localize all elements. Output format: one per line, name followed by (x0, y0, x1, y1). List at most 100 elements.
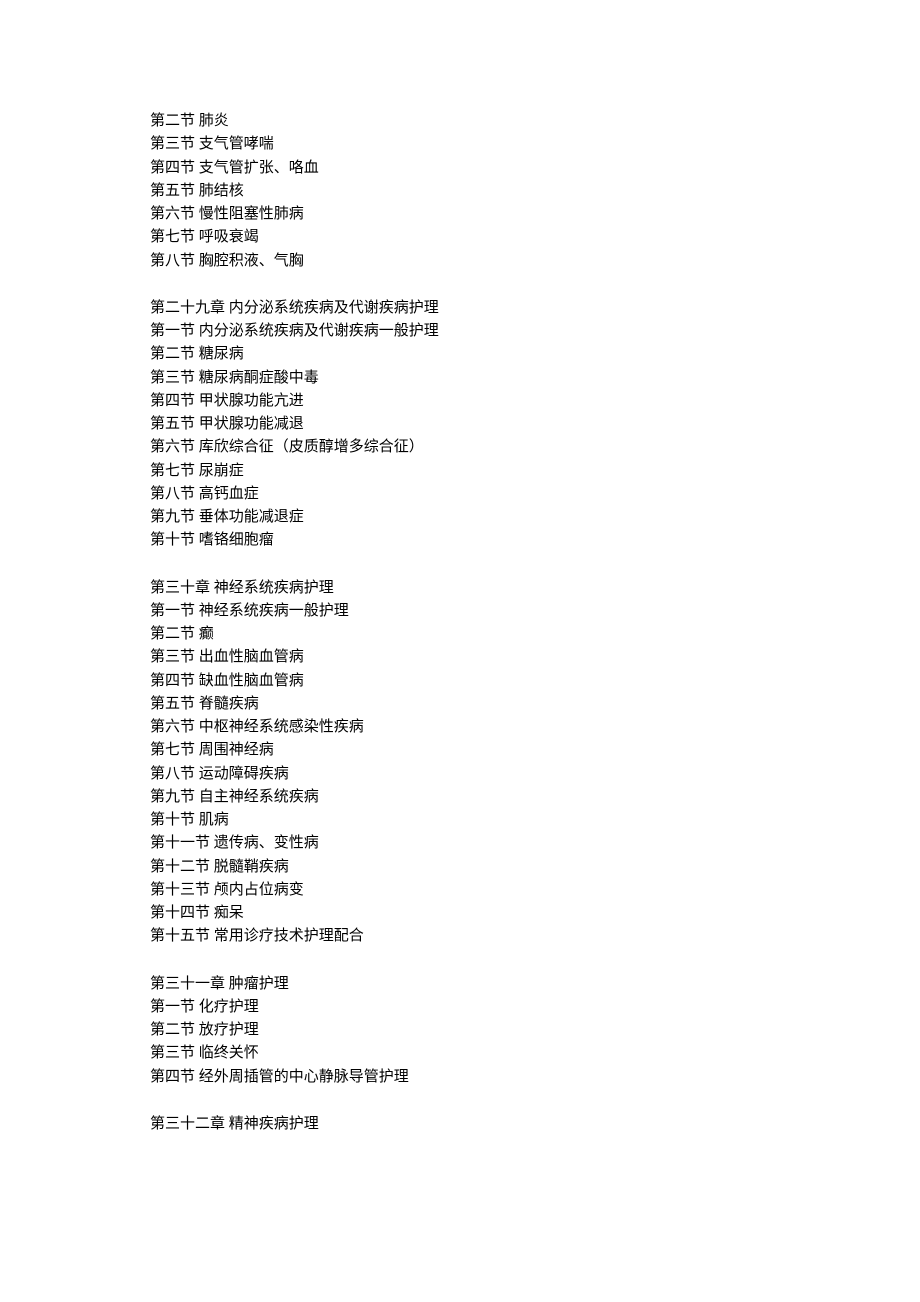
section-label: 第十节 (150, 532, 195, 548)
toc-entry: 第五节 脊髓疾病 (150, 693, 770, 716)
section-title: 周围神经病 (199, 742, 274, 758)
section-title: 垂体功能减退症 (199, 509, 304, 525)
chapter-heading: 第三十一章 肿瘤护理 (150, 973, 770, 996)
toc-entry: 第十四节 痴呆 (150, 902, 770, 925)
toc-entry: 第七节 周围神经病 (150, 739, 770, 762)
section-label: 第七节 (150, 463, 195, 479)
toc-entry: 第三节 临终关怀 (150, 1042, 770, 1065)
toc-entry: 第二节 肺炎 (150, 110, 770, 133)
chapter-label: 第三十章 (150, 580, 210, 596)
section-label: 第十四节 (150, 905, 210, 921)
section-title: 痴呆 (214, 905, 244, 921)
section-title: 癫 (199, 626, 214, 642)
toc-entry: 第四节 缺血性脑血管病 (150, 670, 770, 693)
chapter-title: 神经系统疾病护理 (214, 580, 334, 596)
section-label: 第十二节 (150, 859, 210, 875)
chapter-label: 第二十九章 (150, 300, 225, 316)
section-label: 第十三节 (150, 882, 210, 898)
section-title: 肺结核 (199, 183, 244, 199)
toc-entry: 第八节 运动障碍疾病 (150, 763, 770, 786)
section-title: 库欣综合征（皮质醇增多综合征） (199, 439, 424, 455)
toc-entry: 第一节 化疗护理 (150, 996, 770, 1019)
toc-entry: 第六节 慢性阻塞性肺病 (150, 203, 770, 226)
chapter-heading: 第三十二章 精神疾病护理 (150, 1113, 770, 1136)
chapter-heading: 第二十九章 内分泌系统疾病及代谢疾病护理 (150, 297, 770, 320)
toc-entry: 第七节 尿崩症 (150, 460, 770, 483)
section-title: 自主神经系统疾病 (199, 789, 319, 805)
section-title: 神经系统疾病一般护理 (199, 603, 349, 619)
chapter-heading: 第三十章 神经系统疾病护理 (150, 577, 770, 600)
toc-entry: 第三节 糖尿病酮症酸中毒 (150, 367, 770, 390)
toc-entry: 第十二节 脱髓鞘疾病 (150, 856, 770, 879)
section-title: 内分泌系统疾病及代谢疾病一般护理 (199, 323, 439, 339)
section-label: 第三节 (150, 649, 195, 665)
section-title: 肺炎 (199, 113, 229, 129)
toc-entry: 第二节 放疗护理 (150, 1019, 770, 1042)
section-title: 中枢神经系统感染性疾病 (199, 719, 364, 735)
section-label: 第五节 (150, 416, 195, 432)
section-label: 第七节 (150, 229, 195, 245)
toc-entry: 第五节 肺结核 (150, 180, 770, 203)
toc-entry: 第二节 糖尿病 (150, 343, 770, 366)
section-title: 脱髓鞘疾病 (214, 859, 289, 875)
section-label: 第八节 (150, 486, 195, 502)
section-label: 第二节 (150, 113, 195, 129)
section-title: 缺血性脑血管病 (199, 673, 304, 689)
toc-entry: 第八节 高钙血症 (150, 483, 770, 506)
chapter-title: 肿瘤护理 (229, 976, 289, 992)
toc-entry: 第六节 库欣综合征（皮质醇增多综合征） (150, 436, 770, 459)
toc-entry: 第一节 神经系统疾病一般护理 (150, 600, 770, 623)
section-label: 第六节 (150, 206, 195, 222)
section-title: 甲状腺功能减退 (199, 416, 304, 432)
section-label: 第二节 (150, 346, 195, 362)
section-title: 出血性脑血管病 (199, 649, 304, 665)
toc-entry: 第一节 内分泌系统疾病及代谢疾病一般护理 (150, 320, 770, 343)
section-label: 第八节 (150, 766, 195, 782)
section-title: 临终关怀 (199, 1045, 259, 1061)
section-title: 高钙血症 (199, 486, 259, 502)
section-title: 慢性阻塞性肺病 (199, 206, 304, 222)
section-title: 嗜铬细胞瘤 (199, 532, 274, 548)
section-title: 遗传病、变性病 (214, 835, 319, 851)
chapter-title: 精神疾病护理 (229, 1116, 319, 1132)
toc-entry: 第六节 中枢神经系统感染性疾病 (150, 716, 770, 739)
toc-entry: 第二节 癫 (150, 623, 770, 646)
chapter-label: 第三十二章 (150, 1116, 225, 1132)
toc-entry: 第八节 胸腔积液、气胸 (150, 250, 770, 273)
section-label: 第二节 (150, 626, 195, 642)
toc-entry: 第九节 垂体功能减退症 (150, 506, 770, 529)
section-label: 第六节 (150, 439, 195, 455)
section-label: 第四节 (150, 160, 195, 176)
section-label: 第十一节 (150, 835, 210, 851)
section-label: 第五节 (150, 696, 195, 712)
toc-entry: 第三节 支气管哮喘 (150, 133, 770, 156)
section-label: 第一节 (150, 603, 195, 619)
section-label: 第六节 (150, 719, 195, 735)
toc-entry: 第十一节 遗传病、变性病 (150, 832, 770, 855)
section-title: 支气管扩张、咯血 (199, 160, 319, 176)
section-label: 第二节 (150, 1022, 195, 1038)
section-title: 放疗护理 (199, 1022, 259, 1038)
section-label: 第九节 (150, 789, 195, 805)
toc-entry: 第十节 嗜铬细胞瘤 (150, 529, 770, 552)
section-label: 第十节 (150, 812, 195, 828)
toc-entry: 第七节 呼吸衰竭 (150, 226, 770, 249)
block-spacer (150, 949, 770, 973)
chapter-title: 内分泌系统疾病及代谢疾病护理 (229, 300, 439, 316)
section-title: 脊髓疾病 (199, 696, 259, 712)
section-title: 糖尿病 (199, 346, 244, 362)
section-title: 糖尿病酮症酸中毒 (199, 370, 319, 386)
section-title: 胸腔积液、气胸 (199, 253, 304, 269)
section-title: 颅内占位病变 (214, 882, 304, 898)
section-title: 常用诊疗技术护理配合 (214, 928, 364, 944)
section-label: 第四节 (150, 1069, 195, 1085)
section-title: 运动障碍疾病 (199, 766, 289, 782)
section-title: 化疗护理 (199, 999, 259, 1015)
section-label: 第一节 (150, 999, 195, 1015)
toc-entry: 第十五节 常用诊疗技术护理配合 (150, 925, 770, 948)
toc-entry: 第三节 出血性脑血管病 (150, 646, 770, 669)
section-label: 第七节 (150, 742, 195, 758)
section-title: 呼吸衰竭 (199, 229, 259, 245)
section-title: 经外周插管的中心静脉导管护理 (199, 1069, 409, 1085)
section-title: 甲状腺功能亢进 (199, 393, 304, 409)
